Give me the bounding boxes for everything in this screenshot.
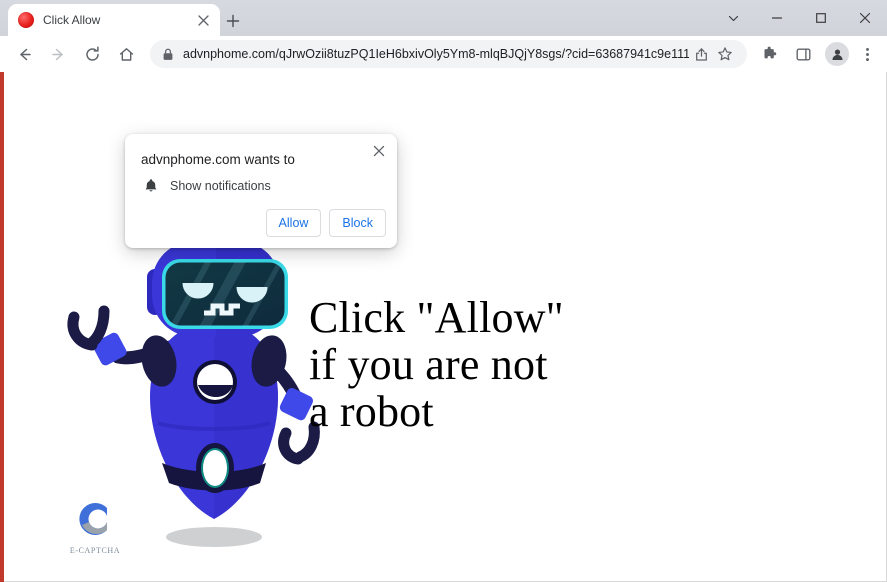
minimize-button[interactable] <box>755 0 799 36</box>
browser-tab[interactable]: Click Allow <box>8 4 220 36</box>
browser-window: Click Allow advnphome.com/qJrwOzii8tuzPQ… <box>0 0 887 582</box>
captcha-logo: E-CAPTCHA <box>62 495 128 555</box>
bell-icon <box>141 178 161 193</box>
back-button[interactable] <box>10 40 38 68</box>
dialog-actions: Allow Block <box>265 209 386 237</box>
browser-menu-button[interactable] <box>853 40 881 68</box>
tab-strip: Click Allow <box>0 0 887 36</box>
forward-button[interactable] <box>44 40 72 68</box>
tab-title: Click Allow <box>43 13 101 27</box>
extensions-button[interactable] <box>755 40 783 68</box>
profile-button[interactable] <box>823 40 851 68</box>
share-icon[interactable] <box>689 42 713 66</box>
tab-favicon <box>18 12 34 28</box>
reload-button[interactable] <box>78 40 106 68</box>
tab-close-icon[interactable] <box>194 11 212 29</box>
url-text: advnphome.com/qJrwOzii8tuzPQ1IeH6bxivOly… <box>183 47 689 61</box>
tab-search-button[interactable] <box>711 0 755 36</box>
maximize-button[interactable] <box>799 0 843 36</box>
permission-request-row: Show notifications <box>141 178 271 193</box>
dialog-title: advnphome.com wants to <box>141 152 295 167</box>
lock-icon <box>162 48 174 61</box>
avatar-icon <box>825 42 849 66</box>
dialog-close-icon[interactable] <box>369 141 389 161</box>
block-button[interactable]: Block <box>329 209 386 237</box>
web-page-content: E-CAPTCHA Click "Allow" if you are not a… <box>4 72 887 582</box>
allow-button[interactable]: Allow <box>265 209 322 237</box>
close-window-button[interactable] <box>843 0 887 36</box>
window-controls <box>711 0 887 36</box>
page-viewport: E-CAPTCHA Click "Allow" if you are not a… <box>0 72 887 582</box>
captcha-label: E-CAPTCHA <box>69 546 121 555</box>
omnibox-actions <box>689 42 737 66</box>
star-icon[interactable] <box>713 42 737 66</box>
notification-permission-dialog: advnphome.com wants to Show notification… <box>125 134 397 248</box>
home-button[interactable] <box>112 40 140 68</box>
address-bar[interactable]: advnphome.com/qJrwOzii8tuzPQ1IeH6bxivOly… <box>150 40 747 68</box>
page-headline: Click "Allow" if you are not a robot <box>309 293 564 437</box>
side-panel-button[interactable] <box>789 40 817 68</box>
new-tab-button[interactable] <box>220 8 246 34</box>
browser-toolbar: advnphome.com/qJrwOzii8tuzPQ1IeH6bxivOly… <box>0 36 887 72</box>
permission-request-label: Show notifications <box>170 178 271 193</box>
